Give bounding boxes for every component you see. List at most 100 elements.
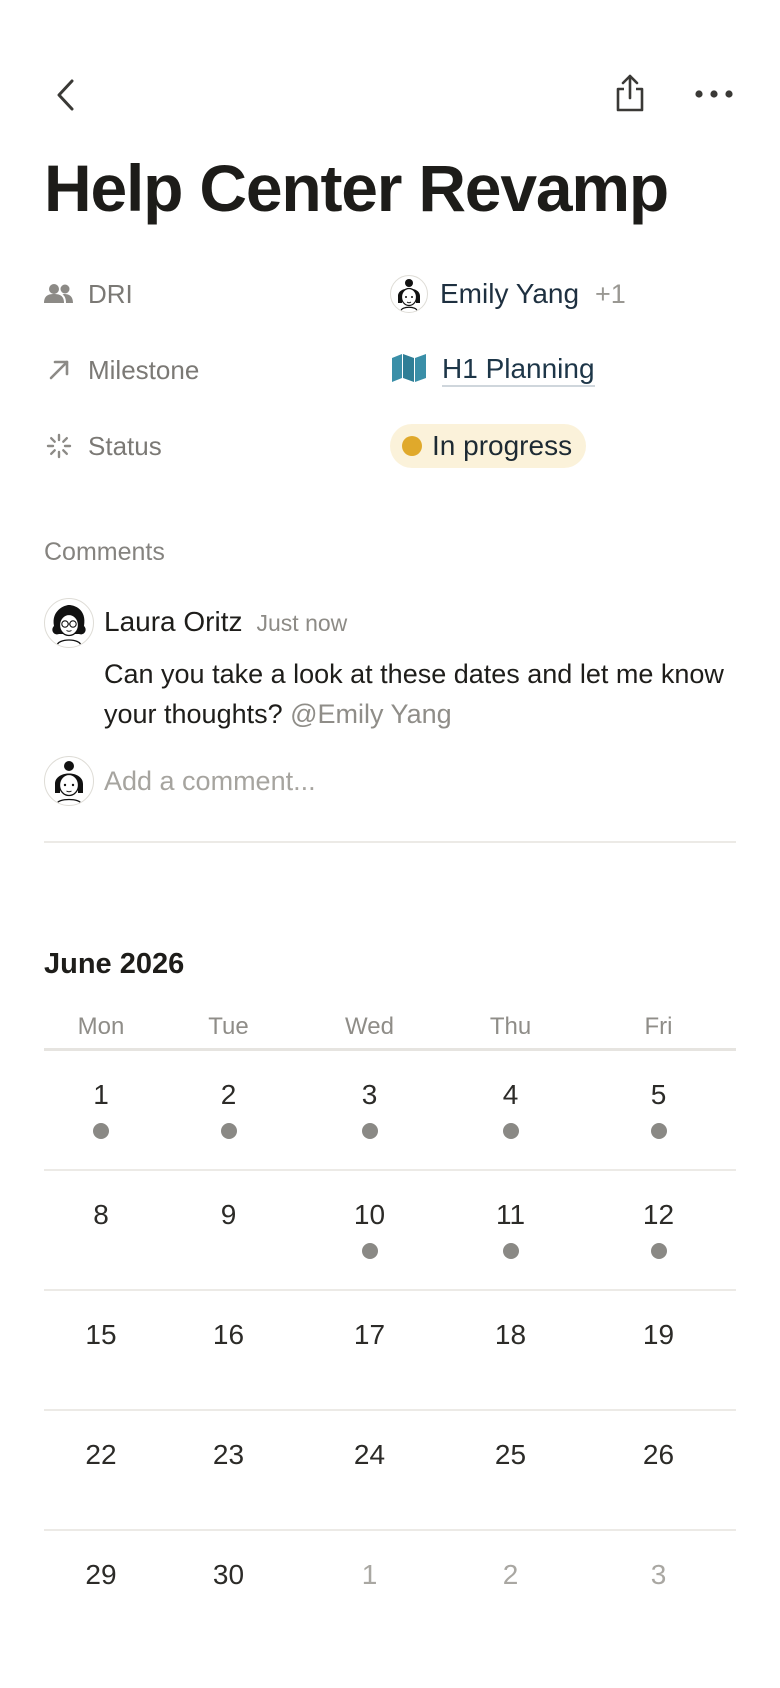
calendar-day-number: 9	[220, 1199, 237, 1230]
calendar-day-number: 5	[650, 1079, 667, 1110]
calendar-day-number: 2	[502, 1559, 519, 1590]
status-dot	[402, 436, 422, 456]
calendar-day-cell[interactable]: 1	[299, 1531, 440, 1651]
calendar-day-number: 15	[85, 1319, 117, 1350]
comment-header: Laura Oritz Just now	[104, 606, 347, 638]
calendar-day-cell[interactable]: 10	[299, 1171, 440, 1289]
more-horizontal-icon	[695, 90, 733, 98]
event-indicator-dot	[502, 1243, 519, 1259]
weekday-label: Fri	[644, 1013, 673, 1040]
calendar-day-number: 1	[93, 1079, 109, 1110]
calendar-month-title: June 2026	[44, 948, 185, 980]
calendar-day-cell[interactable]: 8	[44, 1171, 158, 1289]
comments-heading: Comments	[44, 538, 165, 566]
calendar-day-cell[interactable]: 3	[299, 1051, 440, 1169]
property-label: DRI	[88, 278, 133, 309]
avatar	[390, 275, 428, 313]
back-button[interactable]	[44, 70, 88, 120]
calendar-day-number: 16	[212, 1319, 245, 1350]
calendar-day-cell[interactable]: 11	[440, 1171, 581, 1289]
event-indicator-dot	[220, 1123, 237, 1139]
property-key-dri: DRI	[44, 279, 390, 310]
calendar-day-cell[interactable]: 16	[158, 1291, 299, 1409]
calendar-day-cell[interactable]: 12	[581, 1171, 736, 1289]
calendar-day-cell[interactable]: 15	[44, 1291, 158, 1409]
property-status: Status In progress	[44, 421, 744, 471]
calendar-week-row: 22 23 24 25 26	[44, 1411, 736, 1531]
calendar-week-row: 29 30 1 2 3	[44, 1531, 736, 1651]
calendar-day-cell[interactable]: 29	[44, 1531, 158, 1651]
dri-extra-count: +1	[595, 278, 626, 309]
dri-person-name: Emily Yang	[440, 278, 580, 309]
property-label: Milestone	[88, 354, 200, 385]
comment-body: Can you take a look at these dates and l…	[104, 654, 734, 734]
calendar-day-cell[interactable]: 4	[440, 1051, 581, 1169]
milestone-value[interactable]: H1 Planning	[390, 353, 595, 388]
event-indicator-dot	[650, 1243, 667, 1259]
page-title: Help Center Revamp	[44, 151, 669, 225]
calendar-day-cell[interactable]: 25	[440, 1411, 581, 1529]
comment-timestamp: Just now	[256, 610, 348, 636]
calendar: Mon Tue Wed Thu Fri 1 2 3 4 5 8 9 10 11 12 15 16 17 1…	[44, 1009, 736, 1651]
laura-avatar-icon	[52, 605, 86, 646]
property-key-milestone: Milestone	[44, 355, 390, 386]
calendar-day-cell[interactable]: 19	[581, 1291, 736, 1409]
avatar	[44, 756, 94, 806]
calendar-day-number: 8	[93, 1199, 109, 1230]
share-button[interactable]	[608, 68, 652, 118]
calendar-day-number: 30	[212, 1559, 245, 1590]
calendar-day-number: 19	[642, 1319, 675, 1350]
calendar-day-cell[interactable]: 18	[440, 1291, 581, 1409]
calendar-day-number: 2	[220, 1079, 237, 1110]
calendar-day-cell[interactable]: 3	[581, 1531, 736, 1651]
property-key-status: Status	[44, 431, 390, 462]
calendar-day-cell[interactable]: 1	[44, 1051, 158, 1169]
comment-mention[interactable]: @Emily Yang	[290, 699, 451, 729]
comment-input[interactable]: Add a comment...	[104, 766, 316, 797]
calendar-day-number: 3	[650, 1559, 667, 1590]
calendar-grid: 1 2 3 4 5 8 9 10 11 12 15 16 17 18 19 22 23 24 25 26 29 30 1 2 3	[44, 1051, 736, 1651]
calendar-day-cell[interactable]: 22	[44, 1411, 158, 1529]
status-text: In progress	[432, 430, 573, 461]
calendar-day-cell[interactable]: 9	[158, 1171, 299, 1289]
event-indicator-dot	[361, 1243, 378, 1259]
calendar-day-cell[interactable]: 5	[581, 1051, 736, 1169]
event-indicator-dot	[650, 1123, 667, 1139]
calendar-week-row: 1 2 3 4 5	[44, 1051, 736, 1171]
calendar-day-cell[interactable]: 17	[299, 1291, 440, 1409]
property-label: Status	[88, 430, 162, 461]
calendar-day-number: 1	[361, 1559, 378, 1590]
milestone-link[interactable]: H1 Planning	[442, 353, 595, 387]
weekday-label: Wed	[345, 1013, 394, 1040]
calendar-day-cell[interactable]: 24	[299, 1411, 440, 1529]
calendar-day-number: 4	[502, 1079, 519, 1110]
calendar-day-cell[interactable]: 23	[158, 1411, 299, 1529]
property-dri: DRI Emily Yang +1	[44, 269, 744, 319]
people-icon	[44, 279, 74, 309]
dri-value[interactable]: Emily Yang +1	[390, 275, 626, 313]
calendar-day-number: 10	[353, 1199, 386, 1230]
loading-spinner-icon	[44, 431, 74, 461]
property-milestone: Milestone H1 Planning	[44, 345, 744, 395]
weekday-label: Tue	[208, 1013, 249, 1040]
status-badge[interactable]: In progress	[390, 424, 587, 468]
calendar-day-cell[interactable]: 26	[581, 1411, 736, 1529]
add-comment-row[interactable]: Add a comment...	[44, 756, 316, 806]
calendar-day-number: 11	[495, 1199, 526, 1230]
divider	[44, 841, 736, 843]
calendar-day-number: 26	[642, 1439, 675, 1470]
calendar-day-number: 18	[494, 1319, 527, 1350]
event-indicator-dot	[502, 1123, 519, 1139]
calendar-day-number: 29	[85, 1559, 117, 1590]
calendar-day-cell[interactable]: 2	[158, 1051, 299, 1169]
comment-author: Laura Oritz	[104, 606, 243, 637]
status-value[interactable]: In progress	[390, 424, 587, 468]
calendar-day-cell[interactable]: 2	[440, 1531, 581, 1651]
page: Help Center Revamp DRI Emily Yang +1 Mil…	[0, 0, 780, 1688]
emily-avatar-icon	[398, 279, 420, 311]
event-indicator-dot	[361, 1123, 378, 1139]
more-options-button[interactable]	[690, 72, 738, 116]
weekday-label: Mon	[77, 1013, 125, 1040]
calendar-day-cell[interactable]: 30	[158, 1531, 299, 1651]
calendar-weekday-header: Mon Tue Wed Thu Fri	[44, 1009, 736, 1051]
